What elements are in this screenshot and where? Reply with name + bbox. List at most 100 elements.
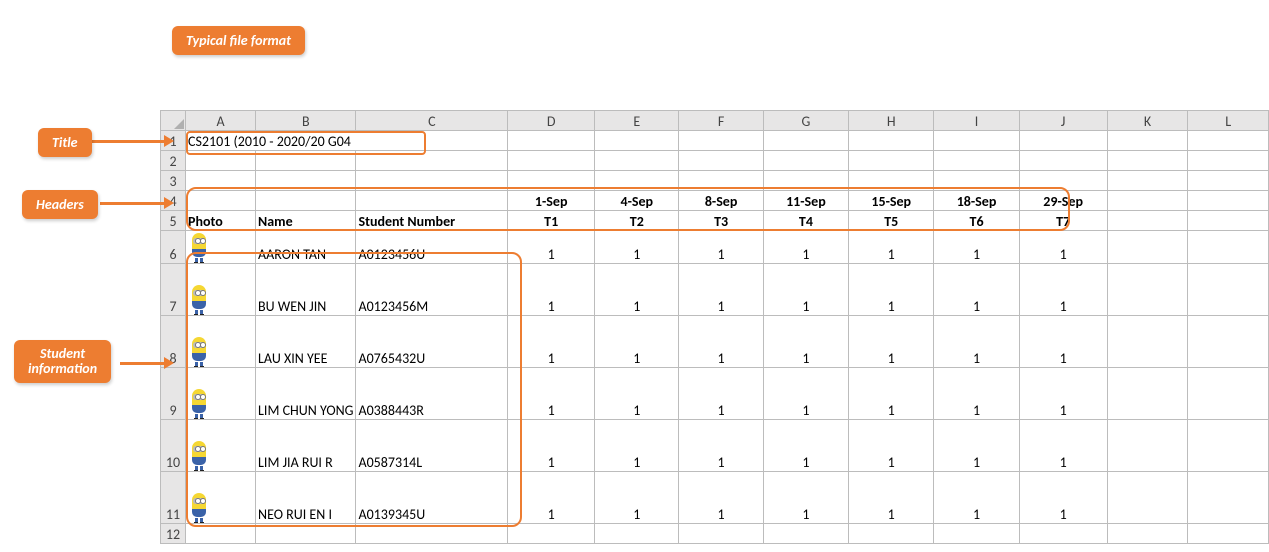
attendance-cell[interactable]: 1 xyxy=(763,316,848,368)
t-header-cell[interactable]: T7 xyxy=(1019,211,1107,231)
attendance-cell[interactable]: 1 xyxy=(508,420,595,472)
photo-cell[interactable] xyxy=(186,368,256,420)
attendance-cell[interactable]: 1 xyxy=(763,264,848,316)
row-header[interactable]: 3 xyxy=(161,171,186,191)
column-header[interactable]: C xyxy=(356,111,508,131)
photo-cell[interactable] xyxy=(186,316,256,368)
date-header-cell[interactable]: 1-Sep xyxy=(508,191,595,211)
photo-cell[interactable] xyxy=(186,420,256,472)
attendance-cell[interactable]: 1 xyxy=(679,264,763,316)
row-header[interactable]: 7 xyxy=(161,264,186,316)
date-header-cell[interactable]: 29-Sep xyxy=(1019,191,1107,211)
attendance-cell[interactable]: 1 xyxy=(934,316,1019,368)
attendance-cell[interactable]: 1 xyxy=(849,316,934,368)
photo-cell[interactable] xyxy=(186,231,256,264)
attendance-cell[interactable]: 1 xyxy=(849,231,934,264)
t-header-cell[interactable]: T4 xyxy=(763,211,848,231)
photo-cell[interactable] xyxy=(186,264,256,316)
row-header[interactable]: 9 xyxy=(161,368,186,420)
name-cell[interactable]: LAU XIN YEE xyxy=(256,316,356,368)
attendance-cell[interactable]: 1 xyxy=(508,472,595,524)
attendance-cell[interactable]: 1 xyxy=(934,368,1019,420)
column-header[interactable]: L xyxy=(1188,111,1269,131)
student-number-cell[interactable]: A0123456U xyxy=(356,231,508,264)
attendance-cell[interactable]: 1 xyxy=(679,316,763,368)
column-header[interactable]: D xyxy=(508,111,595,131)
attendance-cell[interactable]: 1 xyxy=(934,472,1019,524)
row-header[interactable]: 6 xyxy=(161,231,186,264)
attendance-cell[interactable]: 1 xyxy=(1019,472,1107,524)
attendance-cell[interactable]: 1 xyxy=(679,420,763,472)
photo-cell[interactable] xyxy=(186,472,256,524)
attendance-cell[interactable]: 1 xyxy=(934,420,1019,472)
t-header-cell[interactable]: T6 xyxy=(934,211,1019,231)
attendance-cell[interactable]: 1 xyxy=(595,368,679,420)
student-number-cell[interactable]: A0765432U xyxy=(356,316,508,368)
header-name[interactable]: Name xyxy=(256,211,356,231)
attendance-cell[interactable]: 1 xyxy=(1019,264,1107,316)
column-header[interactable]: G xyxy=(763,111,848,131)
attendance-cell[interactable]: 1 xyxy=(679,472,763,524)
attendance-cell[interactable]: 1 xyxy=(595,420,679,472)
row-header[interactable]: 10 xyxy=(161,420,186,472)
header-photo[interactable]: Photo xyxy=(186,211,256,231)
row-header[interactable]: 2 xyxy=(161,151,186,171)
student-number-cell[interactable]: A0388443R xyxy=(356,368,508,420)
student-number-cell[interactable]: A0123456M xyxy=(356,264,508,316)
column-header[interactable]: B xyxy=(256,111,356,131)
name-cell[interactable]: LIM JIA RUI R xyxy=(256,420,356,472)
date-header-cell[interactable]: 4-Sep xyxy=(595,191,679,211)
attendance-cell[interactable]: 1 xyxy=(849,368,934,420)
attendance-cell[interactable]: 1 xyxy=(1019,420,1107,472)
attendance-cell[interactable]: 1 xyxy=(595,472,679,524)
attendance-cell[interactable]: 1 xyxy=(849,472,934,524)
attendance-cell[interactable]: 1 xyxy=(679,368,763,420)
attendance-cell[interactable]: 1 xyxy=(1019,316,1107,368)
title-cell[interactable]: CS2101 (2010 - 2020/20 G04 xyxy=(186,131,508,151)
attendance-cell[interactable]: 1 xyxy=(508,368,595,420)
select-all-corner[interactable] xyxy=(161,111,186,131)
attendance-cell[interactable]: 1 xyxy=(763,420,848,472)
column-header[interactable]: F xyxy=(679,111,763,131)
student-number-cell[interactable]: A0587314L xyxy=(356,420,508,472)
date-header-cell[interactable]: 15-Sep xyxy=(849,191,934,211)
column-header[interactable]: E xyxy=(595,111,679,131)
attendance-cell[interactable]: 1 xyxy=(934,264,1019,316)
name-cell[interactable]: AARON TAN xyxy=(256,231,356,264)
attendance-cell[interactable]: 1 xyxy=(508,264,595,316)
attendance-cell[interactable]: 1 xyxy=(508,316,595,368)
attendance-cell[interactable]: 1 xyxy=(508,231,595,264)
date-header-cell[interactable]: 18-Sep xyxy=(934,191,1019,211)
attendance-cell[interactable]: 1 xyxy=(763,231,848,264)
column-header[interactable]: A xyxy=(186,111,256,131)
date-header-cell[interactable]: 11-Sep xyxy=(763,191,848,211)
attendance-cell[interactable]: 1 xyxy=(595,316,679,368)
column-header[interactable]: J xyxy=(1019,111,1107,131)
t-header-cell[interactable]: T2 xyxy=(595,211,679,231)
t-header-cell[interactable]: T3 xyxy=(679,211,763,231)
attendance-cell[interactable]: 1 xyxy=(934,231,1019,264)
column-header[interactable]: K xyxy=(1107,111,1188,131)
attendance-cell[interactable]: 1 xyxy=(595,264,679,316)
attendance-cell[interactable]: 1 xyxy=(595,231,679,264)
name-cell[interactable]: NEO RUI EN I xyxy=(256,472,356,524)
attendance-cell[interactable]: 1 xyxy=(763,472,848,524)
row-header[interactable]: 11 xyxy=(161,472,186,524)
attendance-cell[interactable]: 1 xyxy=(763,368,848,420)
student-number-cell[interactable]: A0139345U xyxy=(356,472,508,524)
attendance-cell[interactable]: 1 xyxy=(849,264,934,316)
column-header[interactable]: H xyxy=(849,111,934,131)
t-header-cell[interactable]: T1 xyxy=(508,211,595,231)
header-student-number[interactable]: Student Number xyxy=(356,211,508,231)
attendance-cell[interactable]: 1 xyxy=(849,420,934,472)
name-cell[interactable]: LIM CHUN YONG xyxy=(256,368,356,420)
row-header[interactable]: 5 xyxy=(161,211,186,231)
attendance-cell[interactable]: 1 xyxy=(1019,231,1107,264)
t-header-cell[interactable]: T5 xyxy=(849,211,934,231)
column-header[interactable]: I xyxy=(934,111,1019,131)
date-header-cell[interactable]: 8-Sep xyxy=(679,191,763,211)
attendance-cell[interactable]: 1 xyxy=(679,231,763,264)
row-header[interactable]: 12 xyxy=(161,524,186,544)
attendance-cell[interactable]: 1 xyxy=(1019,368,1107,420)
name-cell[interactable]: BU WEN JIN xyxy=(256,264,356,316)
